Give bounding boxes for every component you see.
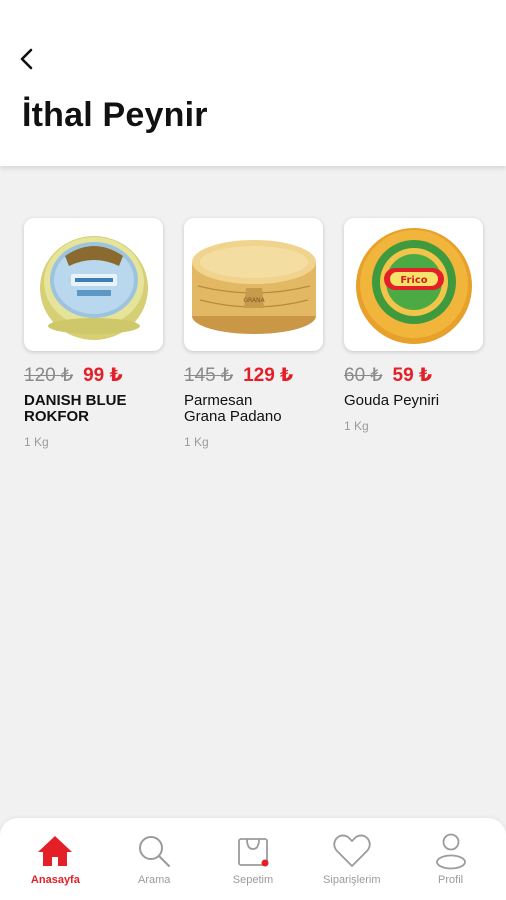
nav-label-profile: Profil	[438, 874, 464, 886]
profile-icon	[435, 833, 466, 870]
product-unit: 1 Kg	[344, 419, 369, 433]
cart-icon	[238, 838, 269, 867]
product-card[interactable]: 120 ₺ 99 ₺ DANISH BLUE ROKFOR 1 Kg	[24, 218, 163, 449]
app-header: İthal Peynir	[0, 0, 506, 166]
product-image[interactable]: GRANA	[184, 218, 323, 351]
product-name: Gouda Peyniri	[344, 392, 440, 409]
bottom-navigation: Anasayfa Arama Sepetim Siparişlerim Prof…	[0, 818, 506, 900]
svg-text:Frico: Frico	[400, 275, 427, 286]
product-grid: 120 ₺ 99 ₺ DANISH BLUE ROKFOR 1 Kg GRANA…	[24, 218, 484, 449]
old-price: 145 ₺	[184, 365, 234, 386]
nav-label-home: Anasayfa	[30, 874, 80, 886]
old-price: 60 ₺	[344, 365, 383, 386]
product-card[interactable]: Frico 60 ₺ 59 ₺ Gouda Peyniri 1 Kg	[344, 218, 483, 449]
nav-item-home[interactable]: Anasayfa	[10, 832, 100, 886]
new-price: 129 ₺	[243, 365, 294, 386]
new-price: 99 ₺	[83, 365, 123, 386]
product-name: DANISH BLUE ROKFOR	[24, 392, 127, 425]
old-price: 120 ₺	[24, 365, 74, 386]
gouda-wheel-image: Frico	[355, 227, 472, 344]
nav-label-search: Arama	[137, 874, 171, 886]
product-unit: 1 Kg	[184, 435, 209, 449]
product-image[interactable]	[24, 218, 163, 351]
new-price: 59 ₺	[392, 365, 433, 386]
product-card[interactable]: GRANA 145 ₺ 129 ₺ Parmesan Grana Padano …	[184, 218, 323, 449]
heart-icon	[333, 834, 371, 867]
home-icon	[38, 836, 73, 866]
nav-item-orders[interactable]: Siparişlerim	[307, 832, 397, 886]
search-icon	[139, 836, 171, 867]
nav-item-search[interactable]: Arama	[109, 832, 199, 886]
product-name: Parmesan Grana Padano	[184, 392, 282, 425]
nav-label-orders: Siparişlerim	[323, 874, 381, 886]
nav-item-profile[interactable]: Profil	[406, 832, 496, 886]
chevron-left-icon	[20, 48, 33, 70]
nav-label-cart: Sepetim	[232, 874, 274, 886]
product-image[interactable]: Frico	[344, 218, 483, 351]
parmesan-wheel-image: GRANA	[191, 239, 316, 334]
page-title: İthal Peynir	[22, 96, 208, 134]
nav-item-cart[interactable]: Sepetim	[208, 832, 298, 886]
product-unit: 1 Kg	[24, 435, 49, 449]
blue-cheese-image	[39, 235, 148, 340]
svg-text:GRANA: GRANA	[243, 297, 265, 304]
back-button[interactable]	[12, 44, 42, 74]
